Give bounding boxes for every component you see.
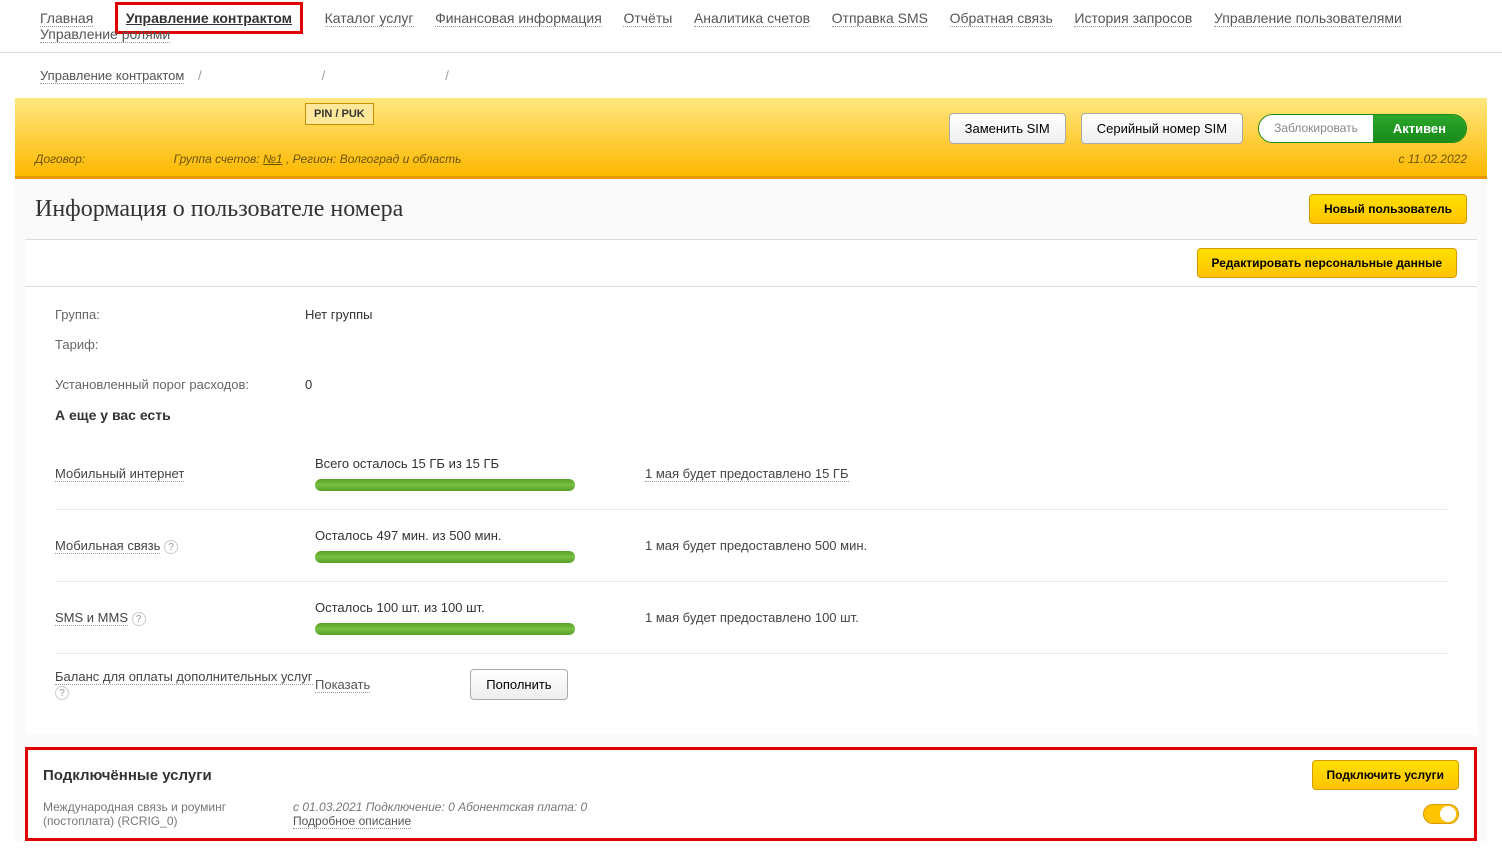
top-nav: Главная Управление контрактом Каталог ус… [0, 0, 1502, 53]
balance-link[interactable]: Баланс для оплаты дополнительных услуг [55, 669, 313, 685]
nav-link-sms[interactable]: Отправка SMS [832, 10, 928, 27]
breadcrumb: Управление контрактом / / / [0, 53, 1502, 98]
active-option[interactable]: Активен [1373, 115, 1466, 142]
group-field-label: Группа: [55, 307, 305, 322]
service-name: Международная связь и роуминг (постоплат… [43, 800, 293, 828]
new-user-button[interactable]: Новый пользователь [1309, 194, 1467, 224]
nav-link-users[interactable]: Управление пользователями [1214, 10, 1402, 27]
group-link[interactable]: №1 [263, 152, 283, 166]
sms-note: 1 мая будет предоставлено 100 шт. [645, 610, 859, 625]
nav-link-catalog[interactable]: Каталог услуг [325, 10, 414, 27]
breadcrumb-sep: / [445, 68, 545, 83]
service-details: с 01.03.2021 Подключение: 0 Абонентская … [293, 800, 587, 814]
breadcrumb-root[interactable]: Управление контрактом [40, 68, 184, 84]
internet-link[interactable]: Мобильный интернет [55, 466, 184, 482]
since-date: с 11.02.2022 [1398, 152, 1467, 166]
main-content: Информация о пользователе номера Новый п… [15, 179, 1487, 841]
internet-text: Всего осталось 15 ГБ из 15 ГБ [315, 456, 645, 471]
usage-internet: Мобильный интернет Всего осталось 15 ГБ … [55, 438, 1447, 510]
service-row: Международная связь и роуминг (постоплат… [43, 800, 1459, 828]
internet-note[interactable]: 1 мая будет предоставлено 15 ГБ [645, 466, 849, 482]
sms-progress [315, 623, 575, 635]
help-icon[interactable]: ? [132, 612, 146, 626]
breadcrumb-sep: / [322, 68, 422, 83]
service-toggle[interactable] [1423, 804, 1459, 824]
nav-link-analytics[interactable]: Аналитика счетов [694, 10, 810, 27]
also-have-title: А еще у вас есть [55, 407, 1447, 423]
nav-link-history[interactable]: История запросов [1074, 10, 1192, 27]
pin-puk-button[interactable]: PIN / PUK [305, 103, 374, 125]
replace-sim-button[interactable]: Заменить SIM [949, 113, 1066, 144]
page-title: Информация о пользователе номера [35, 196, 403, 223]
group-label: Группа счетов: [174, 152, 260, 166]
group-field-value: Нет группы [305, 307, 373, 322]
nav-link-main[interactable]: Главная [40, 10, 93, 27]
voice-text: Осталось 497 мин. из 500 мин. [315, 528, 645, 543]
topup-button[interactable]: Пополнить [470, 669, 567, 700]
sms-text: Осталось 100 шт. из 100 шт. [315, 600, 645, 615]
threshold-value: 0 [305, 377, 312, 392]
voice-note: 1 мая будет предоставлено 500 мин. [645, 538, 867, 553]
tariff-field-label: Тариф: [55, 337, 305, 352]
services-title: Подключённые услуги [43, 767, 212, 784]
contract-info: Договор: Группа счетов: №1 , Регион: Вол… [35, 152, 462, 166]
help-icon[interactable]: ? [164, 540, 178, 554]
nav-link-reports[interactable]: Отчёты [623, 10, 672, 27]
edit-personal-button[interactable]: Редактировать персональные данные [1197, 248, 1457, 278]
services-box: Подключённые услуги Подключить услуги Ме… [25, 747, 1477, 841]
nav-link-roles[interactable]: Управление ролями [40, 26, 170, 43]
sms-link[interactable]: SMS и MMS [55, 610, 128, 626]
connect-services-button[interactable]: Подключить услуги [1312, 760, 1459, 790]
threshold-label: Установленный порог расходов: [55, 377, 305, 392]
status-toggle[interactable]: Заблокировать Активен [1258, 114, 1467, 143]
service-more-link[interactable]: Подробное описание [293, 814, 411, 829]
block-option[interactable]: Заблокировать [1259, 115, 1373, 142]
usage-sms: SMS и MMS ? Осталось 100 шт. из 100 шт. … [55, 582, 1447, 654]
serial-sim-button[interactable]: Серийный номер SIM [1081, 113, 1243, 144]
contract-label: Договор: [35, 152, 85, 166]
nav-link-feedback[interactable]: Обратная связь [950, 10, 1053, 27]
region-label: , Регион: Волгоград и область [286, 152, 462, 166]
voice-link[interactable]: Мобильная связь [55, 538, 160, 554]
balance-row: Баланс для оплаты дополнительных услуг ?… [55, 654, 1447, 715]
contract-header: PIN / PUK Заменить SIM Серийный номер SI… [15, 98, 1487, 179]
voice-progress [315, 551, 575, 563]
help-icon[interactable]: ? [55, 686, 69, 700]
nav-link-finance[interactable]: Финансовая информация [435, 10, 602, 27]
show-balance-link[interactable]: Показать [315, 677, 370, 693]
breadcrumb-sep: / [198, 68, 298, 83]
usage-voice: Мобильная связь ? Осталось 497 мин. из 5… [55, 510, 1447, 582]
internet-progress [315, 479, 575, 491]
